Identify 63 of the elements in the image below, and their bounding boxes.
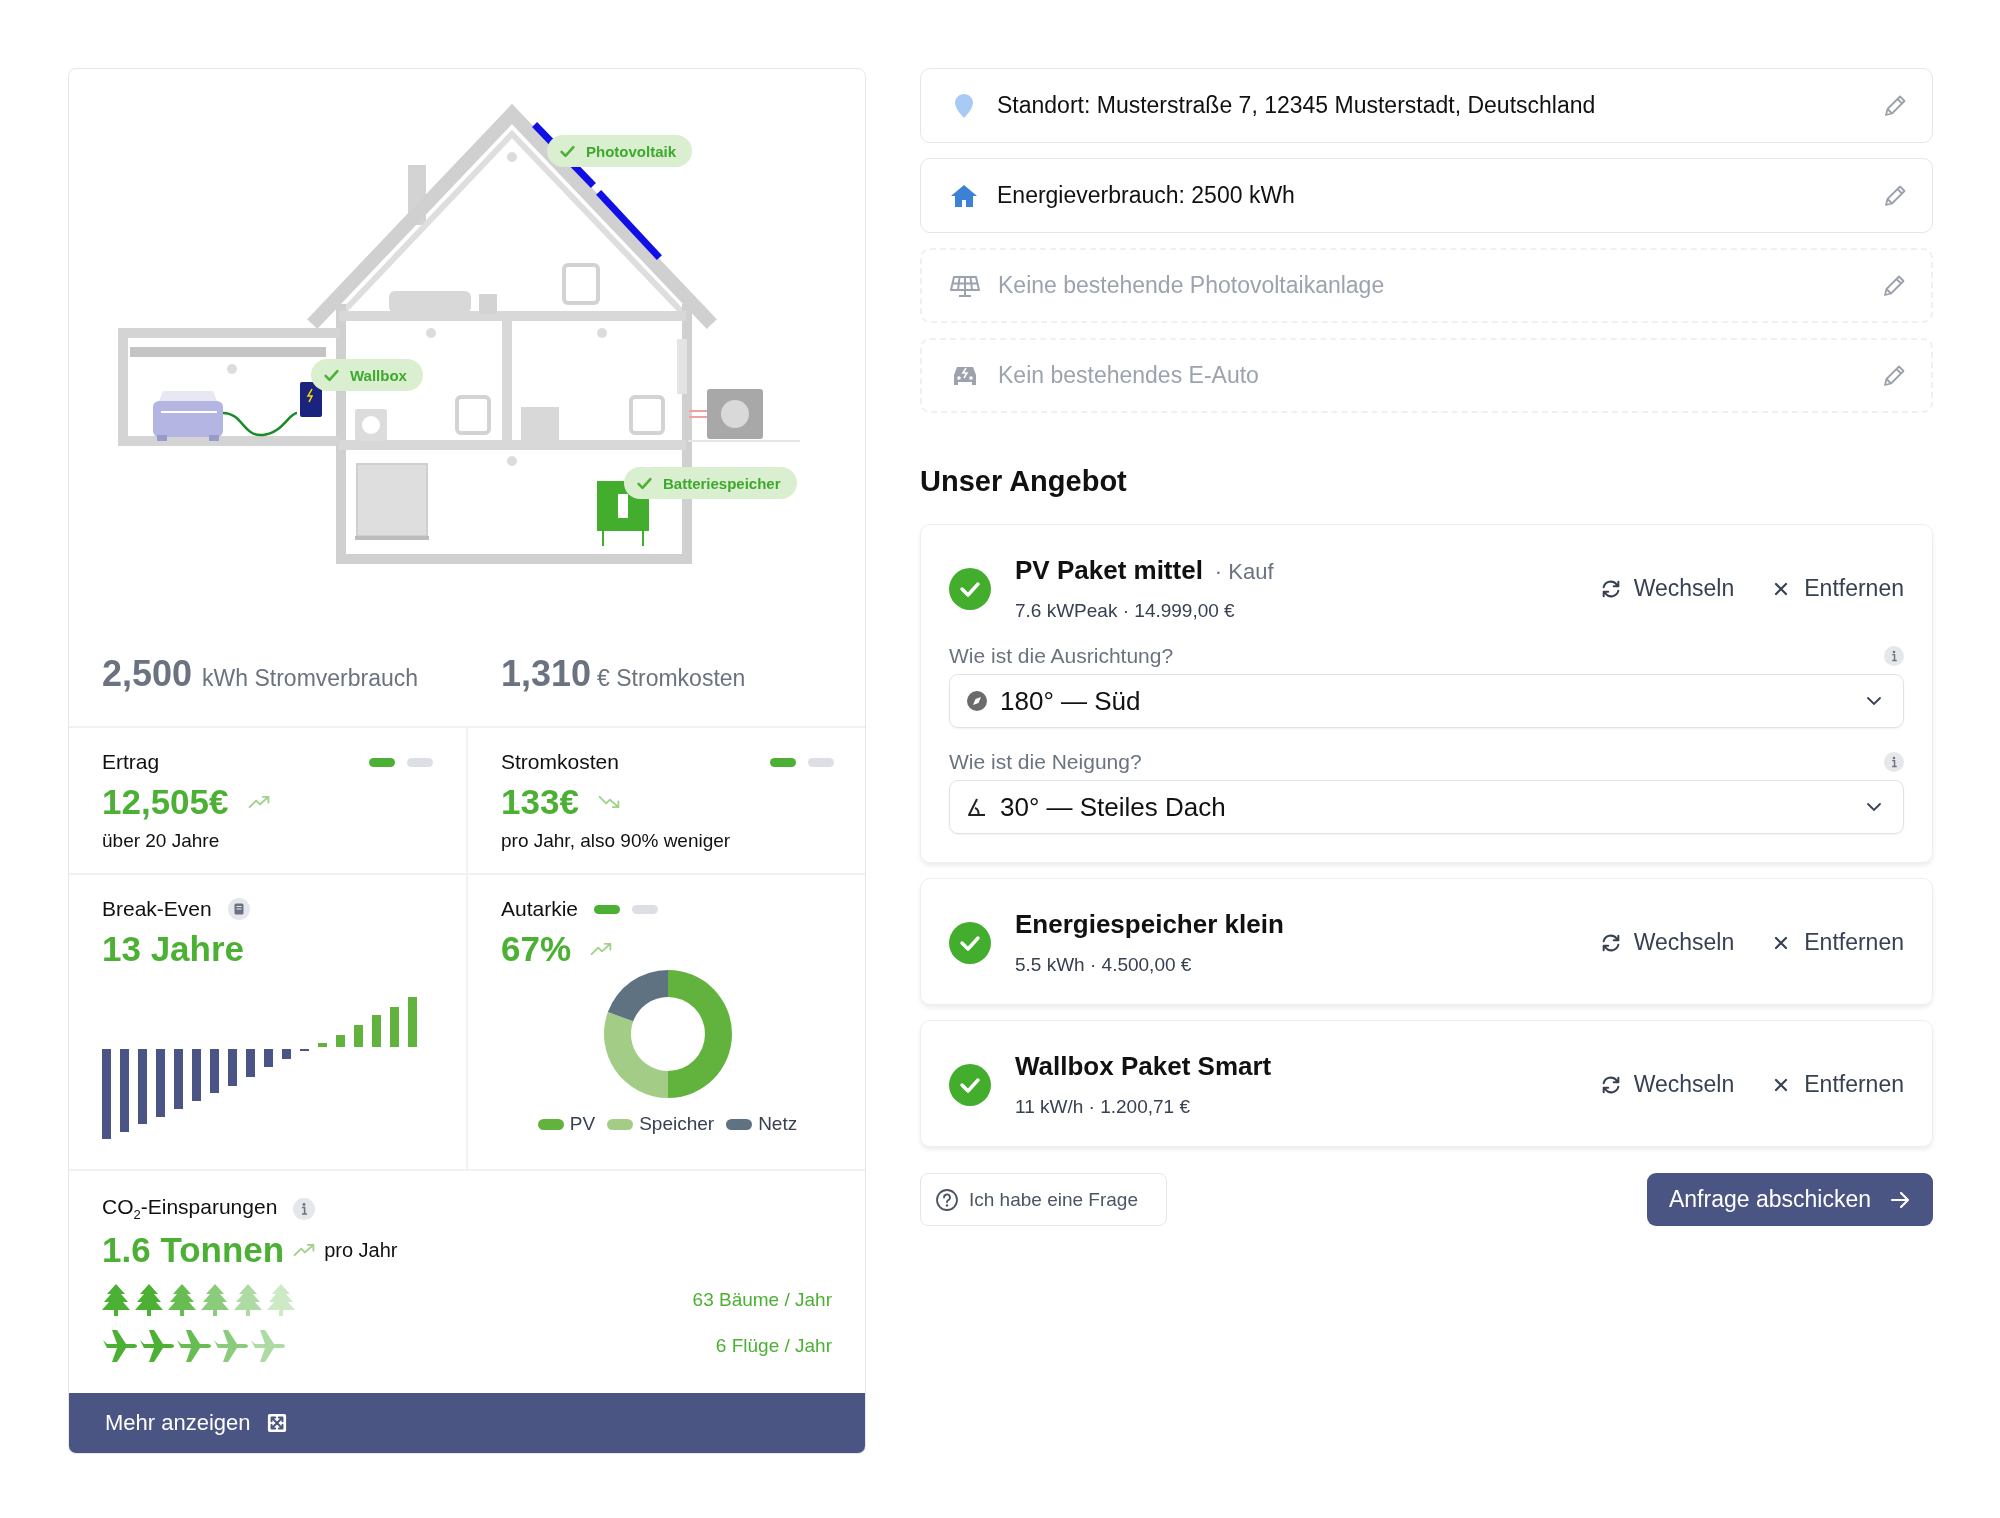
page-indicator[interactable] bbox=[770, 757, 796, 767]
switch-button[interactable]: Wechseln bbox=[1599, 1071, 1735, 1098]
legend-label: Netz bbox=[758, 1113, 798, 1135]
metric-value: 67% bbox=[501, 929, 572, 969]
detail-row[interactable]: Standort: Musterstraße 7, 12345 Musterstadt, Deutschland bbox=[920, 68, 1933, 143]
metric-note: pro Jahr bbox=[324, 1238, 398, 1262]
detail-text: Kein bestehendes E-Auto bbox=[998, 362, 1260, 389]
badge-label: Photovoltaik bbox=[586, 142, 676, 160]
detail-row[interactable]: Energieverbrauch: 2500 kWh bbox=[920, 158, 1933, 233]
field-label: Wie ist die Neigung? bbox=[949, 750, 1142, 774]
summary-label: kWh Stromverbrauch bbox=[202, 664, 419, 692]
question-button[interactable]: Ich habe eine Frage bbox=[920, 1173, 1167, 1226]
expand-icon bbox=[266, 1413, 287, 1433]
offer-name: Energiespeicher klein bbox=[1015, 909, 1284, 940]
detail-text: Keine bestehende Photovoltaikanlage bbox=[998, 272, 1386, 299]
legend-label: PV bbox=[569, 1113, 596, 1135]
metric-title: Stromkosten bbox=[501, 750, 619, 774]
dropdown[interactable]: 30° — Steiles Dach bbox=[949, 780, 1904, 834]
metric-value: 133€ bbox=[501, 782, 579, 822]
offer-name: Wallbox Paket Smart bbox=[1015, 1051, 1272, 1082]
metric-title: Autarkie bbox=[501, 897, 579, 921]
help-icon bbox=[935, 1187, 959, 1212]
metric-note: über 20 Jahre bbox=[102, 830, 221, 852]
book-icon bbox=[227, 898, 250, 920]
remove-button[interactable]: Entfernen bbox=[1770, 575, 1904, 602]
info-icon bbox=[1884, 752, 1904, 772]
summary-label: € Stromkosten bbox=[597, 664, 746, 692]
info-icon bbox=[293, 1197, 316, 1220]
show-more-button[interactable]: Mehr anzeigen bbox=[69, 1393, 865, 1453]
offer-details: 7.6 kWPeak · 14.999,00 € bbox=[1015, 600, 1236, 622]
detail-text: Standort: Musterstraße 7, 12345 Musterstadt, Deutschland bbox=[997, 92, 1597, 119]
badge-label: Wallbox bbox=[350, 366, 407, 384]
metric-title: Ertrag bbox=[102, 750, 160, 774]
page-indicator[interactable] bbox=[369, 757, 395, 767]
section-heading: Unser Angebot bbox=[920, 465, 1128, 498]
compass-icon bbox=[966, 690, 988, 712]
equivalent-text: 6 Flüge / Jahr bbox=[715, 1335, 832, 1358]
metric-value: 13 Jahre bbox=[102, 929, 245, 969]
offer-details: 11 kW/h · 1.200,71 € bbox=[1015, 1096, 1191, 1118]
dropdown[interactable]: 180° — Süd bbox=[949, 674, 1904, 728]
remove-button[interactable]: Entfernen bbox=[1770, 929, 1904, 956]
badge-label: Batteriespeicher bbox=[663, 474, 781, 492]
detail-text: Energieverbrauch: 2500 kWh bbox=[997, 182, 1296, 209]
metric-title: CO$_{2}$-Einsparungen bbox=[102, 1195, 278, 1223]
metric-value: 12,505€ bbox=[102, 782, 229, 822]
offer-details: 5.5 kWh · 4.500,00 € bbox=[1015, 954, 1193, 976]
remove-button[interactable]: Entfernen bbox=[1770, 1071, 1904, 1098]
summary-value: 1,310 bbox=[501, 652, 592, 695]
equivalent-text: 63 Bäume / Jahr bbox=[692, 1289, 832, 1312]
offer-name: PV Paket mittel bbox=[1015, 555, 1203, 586]
metric-note: pro Jahr, also 90% weniger bbox=[501, 830, 732, 852]
switch-button[interactable]: Wechseln bbox=[1599, 575, 1735, 602]
offer-type: · Kauf bbox=[1214, 559, 1274, 585]
legend-label: Speicher bbox=[639, 1113, 715, 1135]
metric-value: 1.6 Tonnen bbox=[102, 1230, 285, 1271]
angle-icon bbox=[966, 796, 988, 818]
info-icon bbox=[1884, 646, 1904, 666]
page-indicator[interactable] bbox=[594, 904, 621, 914]
field-label: Wie ist die Ausrichtung? bbox=[949, 644, 1174, 668]
submit-button[interactable]: Anfrage abschicken bbox=[1647, 1173, 1933, 1226]
summary-value: 2,500 bbox=[102, 652, 193, 695]
switch-button[interactable]: Wechseln bbox=[1599, 929, 1735, 956]
metric-title: Break-Even bbox=[102, 897, 212, 921]
